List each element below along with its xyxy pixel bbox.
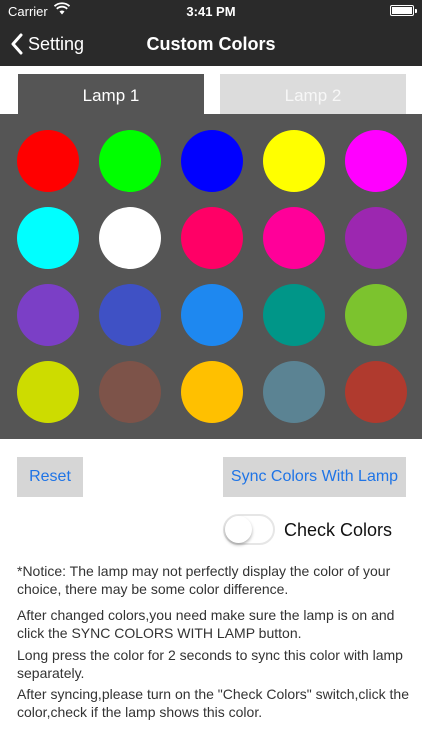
notice-text: *Notice: The lamp may not perfectly disp… bbox=[17, 563, 391, 597]
back-button-label: Setting bbox=[28, 33, 85, 54]
color-swatch[interactable] bbox=[181, 284, 243, 346]
instruction-long-press-text: Long press the color for 2 seconds to sy… bbox=[17, 647, 403, 681]
chevron-left-icon bbox=[11, 33, 23, 55]
instruction-check-text: After syncing,please turn on the "Check … bbox=[17, 686, 409, 720]
color-swatch[interactable] bbox=[345, 130, 407, 192]
color-swatch[interactable] bbox=[181, 130, 243, 192]
color-swatch[interactable] bbox=[99, 284, 161, 346]
color-swatch[interactable] bbox=[263, 130, 325, 192]
color-swatch[interactable] bbox=[17, 207, 79, 269]
instruction-sync-text: After changed colors,you need make sure … bbox=[17, 607, 395, 641]
color-swatch[interactable] bbox=[263, 361, 325, 423]
color-swatch[interactable] bbox=[17, 284, 79, 346]
toggle-knob bbox=[225, 516, 252, 543]
status-bar: Carrier 3:41 PM bbox=[0, 0, 422, 22]
color-swatch[interactable] bbox=[99, 361, 161, 423]
color-swatch[interactable] bbox=[17, 361, 79, 423]
tab-lamp-2[interactable]: Lamp 2 bbox=[220, 74, 406, 114]
color-swatch[interactable] bbox=[99, 207, 161, 269]
sync-colors-button[interactable]: Sync Colors With Lamp bbox=[223, 457, 406, 497]
back-button[interactable]: Setting bbox=[10, 22, 84, 66]
status-time: 3:41 PM bbox=[186, 4, 236, 19]
color-swatch[interactable] bbox=[181, 361, 243, 423]
color-swatch[interactable] bbox=[263, 284, 325, 346]
tab-lamp-1[interactable]: Lamp 1 bbox=[18, 74, 204, 114]
check-colors-toggle[interactable] bbox=[223, 514, 275, 545]
color-swatch[interactable] bbox=[345, 361, 407, 423]
color-swatch[interactable] bbox=[181, 207, 243, 269]
color-palette bbox=[0, 114, 422, 439]
check-colors-label: Check Colors bbox=[284, 520, 393, 540]
color-swatch[interactable] bbox=[99, 130, 161, 192]
color-swatch[interactable] bbox=[17, 130, 79, 192]
battery-icon bbox=[390, 5, 417, 16]
navigation-bar: Setting Custom Colors bbox=[0, 22, 422, 66]
color-swatch[interactable] bbox=[345, 207, 407, 269]
color-swatch[interactable] bbox=[345, 284, 407, 346]
color-swatch[interactable] bbox=[263, 207, 325, 269]
reset-button[interactable]: Reset bbox=[17, 457, 83, 497]
